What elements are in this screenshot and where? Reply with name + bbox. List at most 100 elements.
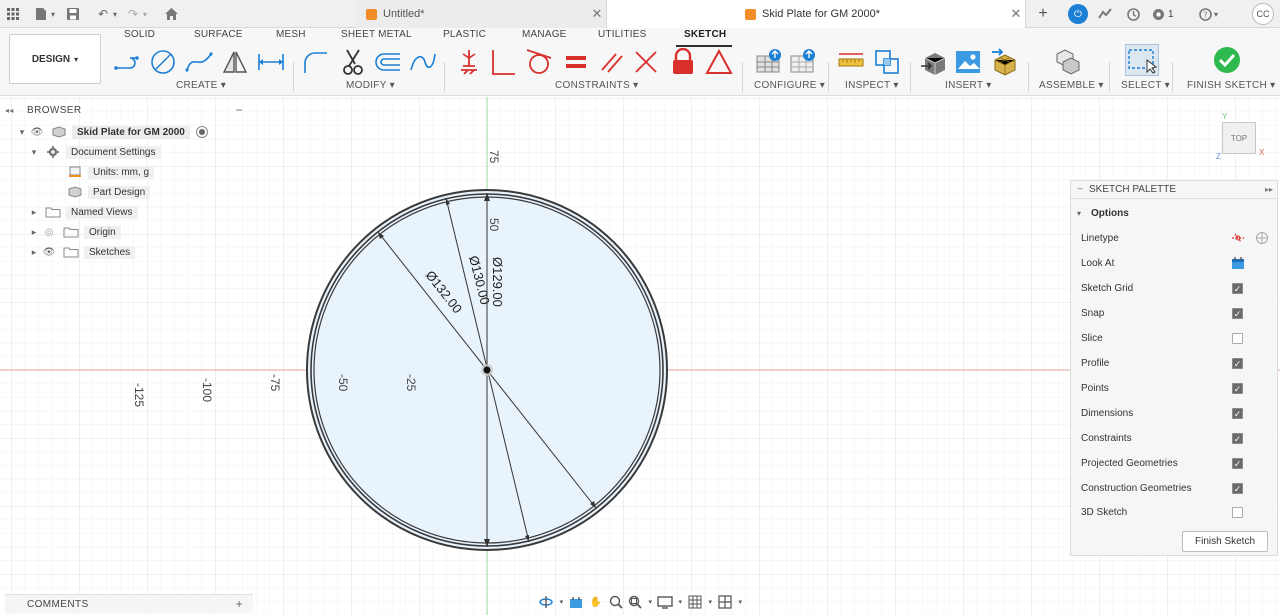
add-comment-icon[interactable]: +	[236, 597, 243, 611]
coincident-constraint-icon[interactable]	[631, 48, 661, 76]
display-dropdown-icon[interactable]: ▾	[677, 594, 684, 610]
chevron-right-icon[interactable]: ▸	[28, 247, 40, 258]
sketch-dimension-constraint-icon[interactable]	[704, 48, 734, 76]
options-section[interactable]: ▾ Options	[1077, 203, 1265, 223]
tab-plastic[interactable]: PLASTIC	[443, 29, 486, 43]
undo-dropdown-icon[interactable]: ▾	[106, 5, 124, 23]
sketch-grid-checkbox[interactable]: ✓	[1232, 282, 1243, 294]
configure-rules-icon[interactable]	[788, 48, 820, 76]
tangent-constraint-icon[interactable]	[524, 48, 554, 76]
extensions-icon[interactable]: ⏻	[1068, 4, 1088, 24]
viewports-dropdown-icon[interactable]: ▾	[737, 594, 744, 610]
expand-panel-icon[interactable]: ▸▸	[1265, 185, 1273, 194]
minimize-panel-icon[interactable]: −	[236, 103, 243, 117]
constraints-group-label[interactable]: CONSTRAINTS ▾	[555, 80, 638, 91]
tree-item-named-views[interactable]: ▸ Named Views	[28, 203, 138, 221]
perpendicular-constraint-icon[interactable]	[488, 48, 518, 76]
tab-surface[interactable]: SURFACE	[194, 29, 243, 43]
new-tab-icon[interactable]: +	[1034, 5, 1052, 23]
snap-checkbox[interactable]: ✓	[1232, 307, 1243, 319]
construction-linetype-icon[interactable]	[1231, 231, 1245, 245]
tree-item-origin[interactable]: ▸ ◎ Origin	[28, 223, 121, 241]
tab-sheet-metal[interactable]: SHEET METAL	[341, 29, 412, 43]
activate-radio-icon[interactable]	[195, 126, 208, 138]
home-icon[interactable]	[162, 5, 180, 23]
dimension-tool-icon[interactable]	[256, 48, 286, 76]
collapse-icon[interactable]: −	[1071, 184, 1089, 195]
zoom-icon[interactable]	[607, 594, 624, 610]
hidden-eye-icon[interactable]: ◎	[40, 227, 58, 238]
notifications[interactable]: 1	[1152, 5, 1186, 23]
help-dropdown-icon[interactable]: ▾	[1207, 5, 1225, 23]
points-checkbox[interactable]: ✓	[1232, 382, 1243, 394]
3d-sketch-checkbox[interactable]	[1232, 506, 1243, 518]
insert-derive-icon[interactable]	[918, 48, 948, 76]
file-dropdown-icon[interactable]: ▾	[44, 5, 62, 23]
tab-mesh[interactable]: MESH	[276, 29, 306, 43]
profile-checkbox[interactable]: ✓	[1232, 357, 1243, 369]
tree-item-part-design[interactable]: Part Design	[62, 183, 151, 201]
visibility-eye-icon[interactable]: 👁	[28, 127, 46, 138]
parallel-constraint-icon[interactable]	[597, 48, 627, 76]
chevron-right-icon[interactable]: ▸	[28, 227, 40, 238]
chevron-down-icon[interactable]: ▾	[16, 127, 28, 138]
finish-sketch-icon[interactable]	[1212, 46, 1242, 74]
grid-dropdown-icon[interactable]: ▾	[707, 594, 714, 610]
chevron-right-icon[interactable]: ▸	[28, 207, 40, 218]
insert-mesh-icon[interactable]	[989, 48, 1019, 76]
interference-tool-icon[interactable]	[872, 48, 902, 76]
insert-canvas-icon[interactable]	[953, 48, 983, 76]
horizontal-vertical-constraint-icon[interactable]	[454, 48, 484, 76]
fix-constraint-icon[interactable]	[668, 48, 698, 76]
look-at-nav-icon[interactable]	[568, 594, 585, 610]
save-icon[interactable]	[64, 5, 82, 23]
tab-manage[interactable]: MANAGE	[522, 29, 567, 43]
circle-tool-icon[interactable]	[148, 48, 178, 76]
tree-item-document[interactable]: ▾ 👁 Skid Plate for GM 2000	[16, 123, 208, 141]
measure-tool-icon[interactable]	[836, 48, 866, 76]
dimensions-checkbox[interactable]: ✓	[1232, 407, 1243, 419]
viewports-icon[interactable]	[717, 594, 734, 610]
user-avatar[interactable]: CC	[1252, 3, 1274, 25]
construction-geometries-checkbox[interactable]: ✓	[1232, 482, 1243, 494]
chevron-down-icon[interactable]: ▾	[28, 147, 40, 158]
spline-tool-icon[interactable]	[184, 48, 214, 76]
visibility-eye-icon[interactable]: 👁	[40, 247, 58, 258]
line-tool-icon[interactable]	[112, 48, 142, 76]
grid-snaps-icon[interactable]	[687, 594, 704, 610]
pan-hand-icon[interactable]: ✋	[588, 594, 605, 610]
orbit-icon[interactable]	[538, 594, 555, 610]
display-settings-icon[interactable]	[657, 594, 674, 610]
inspect-group-label[interactable]: INSPECT ▾	[845, 80, 899, 91]
fit-icon[interactable]	[627, 594, 644, 610]
assemble-group-label[interactable]: ASSEMBLE ▾	[1039, 80, 1104, 91]
tab-untitled[interactable]: Untitled* ✕	[356, 0, 606, 28]
tab-utilities[interactable]: UTILITIES	[598, 29, 646, 43]
trim-tool-icon[interactable]	[338, 48, 368, 76]
tree-item-document-settings[interactable]: ▾ Document Settings	[28, 143, 161, 161]
offset-tool-icon[interactable]	[372, 48, 402, 76]
tab-skid-plate[interactable]: Skid Plate for GM 2000* ✕	[606, 0, 1026, 28]
tree-item-sketches[interactable]: ▸ 👁 Sketches	[28, 243, 136, 261]
close-tab-icon[interactable]: ✕	[588, 6, 606, 22]
create-group-label[interactable]: CREATE ▾	[176, 80, 226, 91]
curve-tool-icon[interactable]	[408, 48, 438, 76]
job-status-icon[interactable]	[1096, 5, 1114, 23]
centerline-linetype-icon[interactable]	[1255, 231, 1269, 245]
finish-sketch-label[interactable]: FINISH SKETCH ▾	[1187, 80, 1275, 91]
mirror-tool-icon[interactable]	[220, 48, 250, 76]
insert-group-label[interactable]: INSERT ▾	[945, 80, 992, 91]
app-grid-icon[interactable]	[4, 5, 22, 23]
look-at-icon[interactable]	[1231, 256, 1245, 270]
close-tab-icon[interactable]: ✕	[1007, 6, 1025, 22]
equal-constraint-icon[interactable]	[561, 48, 591, 76]
slice-checkbox[interactable]	[1232, 332, 1243, 344]
select-tool-icon[interactable]	[1125, 44, 1159, 76]
tab-solid[interactable]: SOLID	[124, 29, 155, 43]
joint-tool-icon[interactable]	[1052, 48, 1082, 76]
tab-sketch[interactable]: SKETCH	[684, 29, 726, 43]
fillet-tool-icon[interactable]	[300, 48, 330, 76]
workspace-switcher[interactable]: DESIGN ▾	[9, 34, 101, 84]
select-group-label[interactable]: SELECT ▾	[1121, 80, 1170, 91]
constraints-checkbox[interactable]: ✓	[1232, 432, 1243, 444]
